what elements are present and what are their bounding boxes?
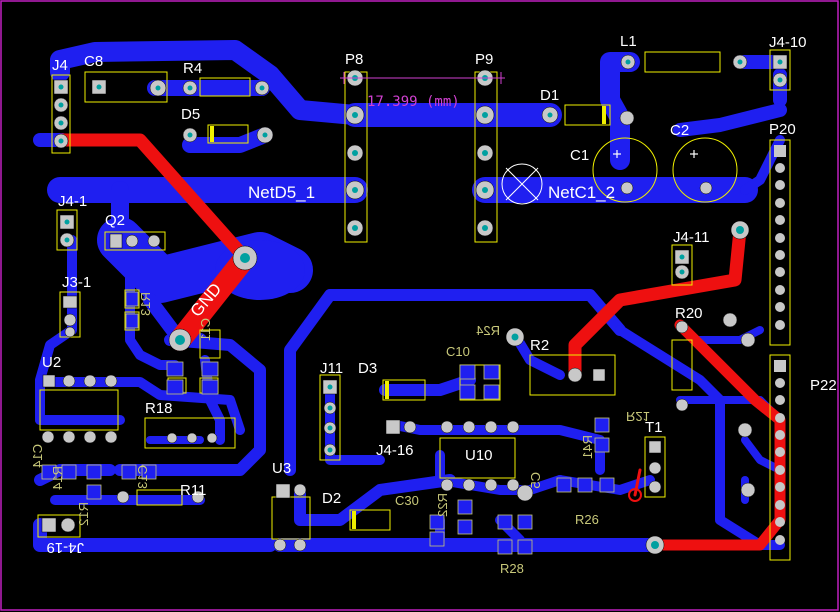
- designator-u10[interactable]: U10: [465, 447, 493, 464]
- designator-j3-1[interactable]: J3-1: [62, 274, 91, 291]
- designator-p20[interactable]: P20: [769, 121, 796, 138]
- designator-r20[interactable]: R20: [675, 305, 703, 322]
- designator-u2[interactable]: U2: [42, 354, 61, 371]
- silk-r21[interactable]: R21: [626, 409, 650, 424]
- silk-c14[interactable]: C14: [30, 444, 45, 468]
- dimension-text: 17.399 (mm): [367, 94, 460, 110]
- designator-r4[interactable]: R4: [183, 60, 202, 77]
- designator-j4[interactable]: J4: [52, 57, 68, 74]
- designator-q2[interactable]: Q2: [105, 212, 125, 229]
- designator-c1[interactable]: C1: [570, 147, 589, 164]
- designator-p8[interactable]: P8: [345, 51, 363, 68]
- silk-c13[interactable]: C13: [135, 465, 150, 489]
- silk-r22[interactable]: R22: [435, 493, 450, 517]
- silk-r26[interactable]: R26: [575, 512, 599, 527]
- designator-d5[interactable]: D5: [181, 106, 200, 123]
- designator-r2[interactable]: R2: [530, 337, 549, 354]
- designator-d1[interactable]: D1: [540, 87, 559, 104]
- silk-c10[interactable]: C10: [446, 344, 470, 359]
- pcb-layout-view[interactable]: 17.399 (mm) GND NetD5_1 NetC1_2 J4 C8 R4…: [0, 0, 840, 612]
- silk-c5[interactable]: C5: [528, 472, 543, 489]
- designator-j11[interactable]: J11: [320, 360, 343, 377]
- designator-r11[interactable]: R11: [180, 482, 206, 499]
- silk-r14[interactable]: R14: [50, 466, 65, 490]
- silk-r28[interactable]: R28: [500, 561, 524, 576]
- diode-stripes: [210, 106, 606, 529]
- designator-j4-11[interactable]: J4-11: [673, 229, 709, 246]
- silk-r12[interactable]: R12: [76, 502, 91, 526]
- designator-u3[interactable]: U3: [272, 460, 291, 477]
- designator-j4-1[interactable]: J4-1: [58, 193, 87, 210]
- designator-p22[interactable]: P22: [810, 377, 837, 394]
- silk-r24[interactable]: R24: [476, 323, 500, 338]
- silk-c30[interactable]: C30: [395, 493, 419, 508]
- designator-r18[interactable]: R18: [145, 400, 173, 417]
- designator-p9[interactable]: P9: [475, 51, 493, 68]
- designator-c2[interactable]: C2: [670, 122, 689, 139]
- net-label-netc1: NetC1_2: [548, 183, 615, 202]
- pcb-canvas[interactable]: 17.399 (mm) GND NetD5_1 NetC1_2 J4 C8 R4…: [0, 0, 840, 612]
- designator-l1[interactable]: L1: [620, 33, 637, 50]
- designator-d2[interactable]: D2: [322, 490, 341, 507]
- designator-j4-19[interactable]: J4-19: [46, 539, 84, 556]
- silk-r13[interactable]: R13: [138, 292, 153, 316]
- silk-r41[interactable]: R41: [580, 435, 595, 459]
- silk-c11[interactable]: C11: [198, 318, 213, 341]
- net-label-netd5: NetD5_1: [248, 183, 315, 202]
- designator-j4-16[interactable]: J4-16: [376, 442, 414, 459]
- designator-d3[interactable]: D3: [358, 360, 377, 377]
- designator-c8[interactable]: C8: [84, 53, 103, 70]
- designator-j4-10[interactable]: J4-10: [769, 34, 807, 51]
